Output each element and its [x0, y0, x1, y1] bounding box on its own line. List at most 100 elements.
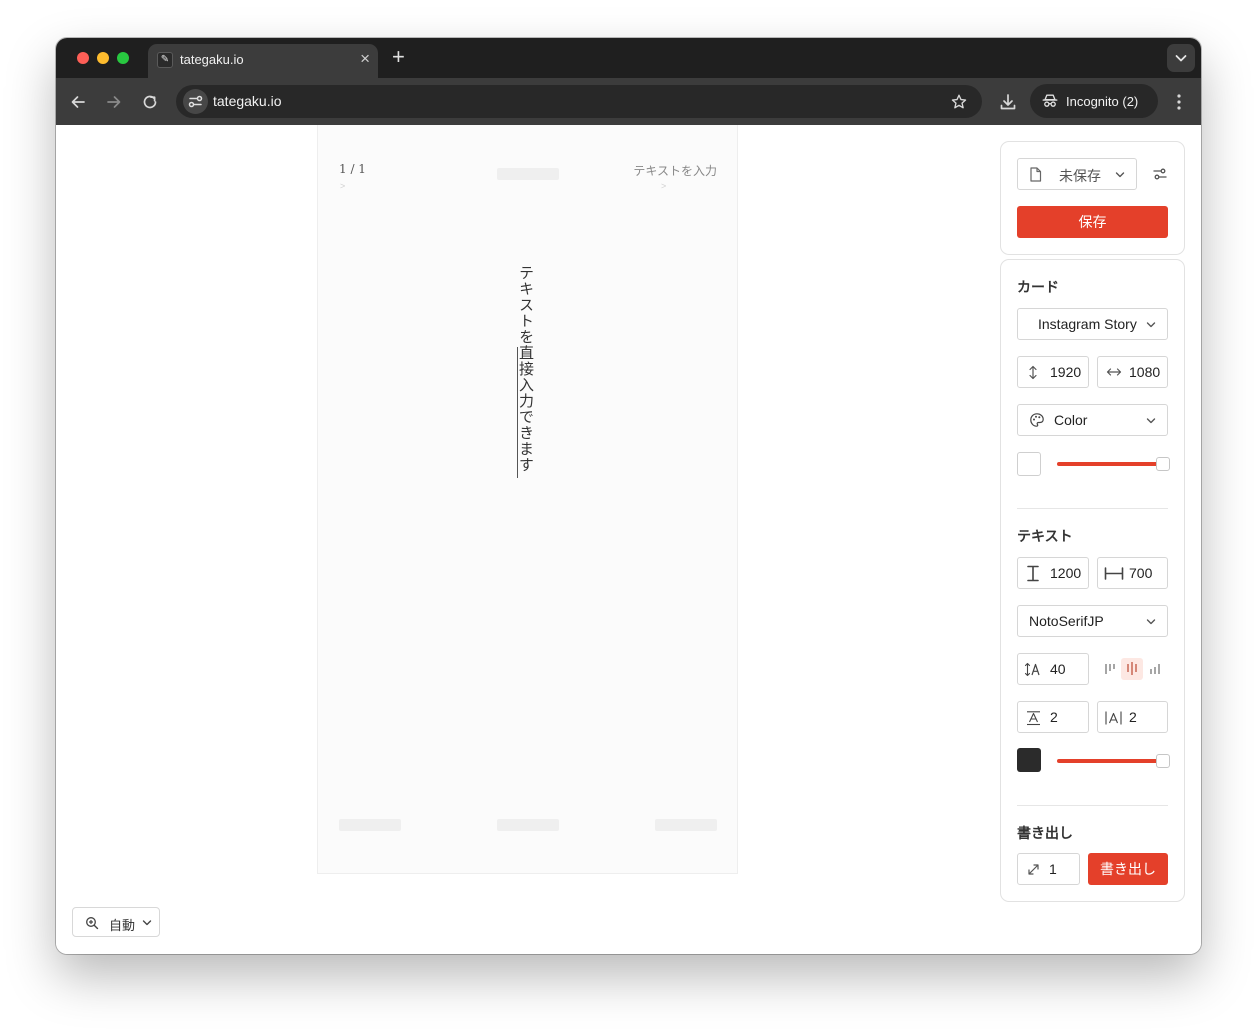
settings-panel: カード Instagram Story 1920 1080 Color テキスト…	[1000, 259, 1185, 902]
text-color-swatch[interactable]	[1017, 748, 1041, 772]
letter-spacing-input[interactable]: 2	[1097, 701, 1168, 733]
incognito-label: Incognito (2)	[1066, 94, 1139, 109]
browser-toolbar: tategaku.io Incognito (2)	[56, 78, 1201, 125]
maximize-window-button[interactable]	[117, 52, 129, 64]
more-menu-icon[interactable]	[1172, 92, 1186, 112]
expand-arrows-icon	[1028, 864, 1039, 875]
close-window-button[interactable]	[77, 52, 89, 64]
font-size-icon	[1024, 662, 1040, 677]
settings-sliders-icon[interactable]	[1152, 166, 1168, 182]
text-width-icon	[1104, 567, 1124, 580]
header-placeholder	[497, 168, 559, 180]
font-select[interactable]: NotoSerifJP	[1017, 605, 1168, 637]
fill-mode-value: Color	[1054, 412, 1088, 428]
reload-icon[interactable]	[140, 92, 160, 112]
tab-title: tategaku.io	[180, 52, 244, 67]
text-width-value: 700	[1129, 565, 1153, 581]
card-preset-value: Instagram Story	[1038, 316, 1137, 332]
file-select[interactable]: 未保存	[1017, 158, 1137, 190]
palette-icon	[1030, 413, 1044, 427]
card-width-input[interactable]: 1080	[1097, 356, 1168, 388]
file-status: 未保存	[1059, 168, 1101, 184]
chevron-down-icon	[1146, 322, 1156, 328]
text-opacity-handle[interactable]	[1156, 754, 1170, 768]
export-section-title: 書き出し	[1017, 825, 1073, 841]
horizontal-arrows-icon	[1106, 368, 1122, 376]
text-height-icon	[1027, 565, 1039, 582]
header-marker-left: >	[340, 181, 346, 191]
feather-icon: ✎	[157, 52, 173, 68]
export-button[interactable]: 書き出し	[1088, 853, 1168, 885]
chevron-down-icon	[1146, 418, 1156, 424]
card-height-value: 1920	[1050, 364, 1082, 380]
align-bottom-button[interactable]	[1144, 658, 1166, 680]
card-preview[interactable]: 1 / 1 > テキストを入力 > テキストを直接入力できます	[317, 125, 738, 874]
card-width-value: 1080	[1129, 364, 1161, 380]
download-icon[interactable]	[998, 92, 1018, 112]
save-button[interactable]: 保存	[1017, 206, 1168, 238]
browser-window: ✎ tategaku.io × + tategaku.io Incognito …	[56, 38, 1201, 954]
font-size-input[interactable]: 40	[1017, 653, 1089, 685]
zoom-in-icon	[86, 917, 99, 930]
align-center-icon	[1127, 662, 1137, 675]
file-panel: 未保存 保存	[1000, 141, 1185, 255]
align-bottom-icon	[1150, 664, 1160, 674]
align-top-icon	[1105, 664, 1115, 674]
forward-icon[interactable]	[104, 92, 124, 112]
incognito-button[interactable]: Incognito (2)	[1030, 84, 1158, 118]
text-height-value: 1200	[1050, 565, 1082, 581]
text-opacity-slider[interactable]	[1057, 759, 1163, 763]
tab-search-button[interactable]	[1167, 44, 1195, 72]
back-icon[interactable]	[68, 92, 88, 112]
vertical-arrows-icon	[1029, 365, 1037, 380]
background-opacity-slider[interactable]	[1057, 462, 1163, 466]
letter-spacing-value: 2	[1129, 709, 1137, 725]
header-hint-text[interactable]: テキストを入力	[633, 162, 717, 179]
zoom-label: 自動	[109, 918, 136, 933]
fill-mode-select[interactable]: Color	[1017, 404, 1168, 436]
export-scale-input[interactable]: 1	[1017, 853, 1080, 885]
line-spacing-icon	[1027, 711, 1040, 726]
text-section-title: テキスト	[1017, 528, 1073, 544]
footer-placeholder-center	[497, 819, 559, 831]
site-info-button[interactable]	[183, 89, 208, 114]
document-icon	[1030, 167, 1042, 182]
url-text[interactable]: tategaku.io	[213, 93, 282, 109]
bookmark-star-icon[interactable]	[950, 93, 968, 111]
new-tab-icon[interactable]: +	[392, 46, 405, 68]
text-width-input[interactable]: 700	[1097, 557, 1168, 589]
vertical-text-editor[interactable]: テキストを直接入力できます	[515, 265, 537, 487]
card-section-title: カード	[1017, 279, 1059, 295]
tab-strip: ✎ tategaku.io × +	[56, 38, 1201, 78]
chevron-down-icon	[142, 920, 152, 926]
section-divider	[1017, 508, 1168, 509]
card-height-input[interactable]: 1920	[1017, 356, 1089, 388]
line-spacing-value: 2	[1050, 709, 1058, 725]
tune-icon	[188, 95, 203, 108]
header-marker-right: >	[661, 181, 667, 191]
card-preset-select[interactable]: Instagram Story	[1017, 308, 1168, 340]
letter-spacing-icon	[1105, 711, 1122, 725]
address-bar[interactable]: tategaku.io	[176, 85, 982, 118]
text-height-input[interactable]: 1200	[1017, 557, 1089, 589]
chevron-down-icon	[1146, 619, 1156, 625]
section-divider	[1017, 805, 1168, 806]
export-scale-value: 1	[1049, 861, 1057, 877]
footer-placeholder-right	[655, 819, 717, 831]
font-value: NotoSerifJP	[1029, 613, 1104, 629]
close-tab-icon[interactable]: ×	[360, 50, 370, 68]
align-top-button[interactable]	[1099, 658, 1121, 680]
browser-tab[interactable]: ✎ tategaku.io ×	[148, 44, 378, 78]
page-counter: 1 / 1	[339, 162, 366, 176]
incognito-icon	[1042, 94, 1058, 107]
background-color-swatch[interactable]	[1017, 452, 1041, 476]
footer-placeholder-left	[339, 819, 401, 831]
minimize-window-button[interactable]	[97, 52, 109, 64]
chevron-down-icon	[1175, 55, 1187, 62]
background-opacity-handle[interactable]	[1156, 457, 1170, 471]
line-spacing-input[interactable]: 2	[1017, 701, 1089, 733]
zoom-select[interactable]: 自動	[72, 907, 160, 937]
chevron-down-icon	[1115, 172, 1125, 178]
align-center-button[interactable]	[1121, 658, 1143, 680]
page-content: 1 / 1 > テキストを入力 > テキストを直接入力できます 自動 未保存 保…	[56, 125, 1201, 954]
